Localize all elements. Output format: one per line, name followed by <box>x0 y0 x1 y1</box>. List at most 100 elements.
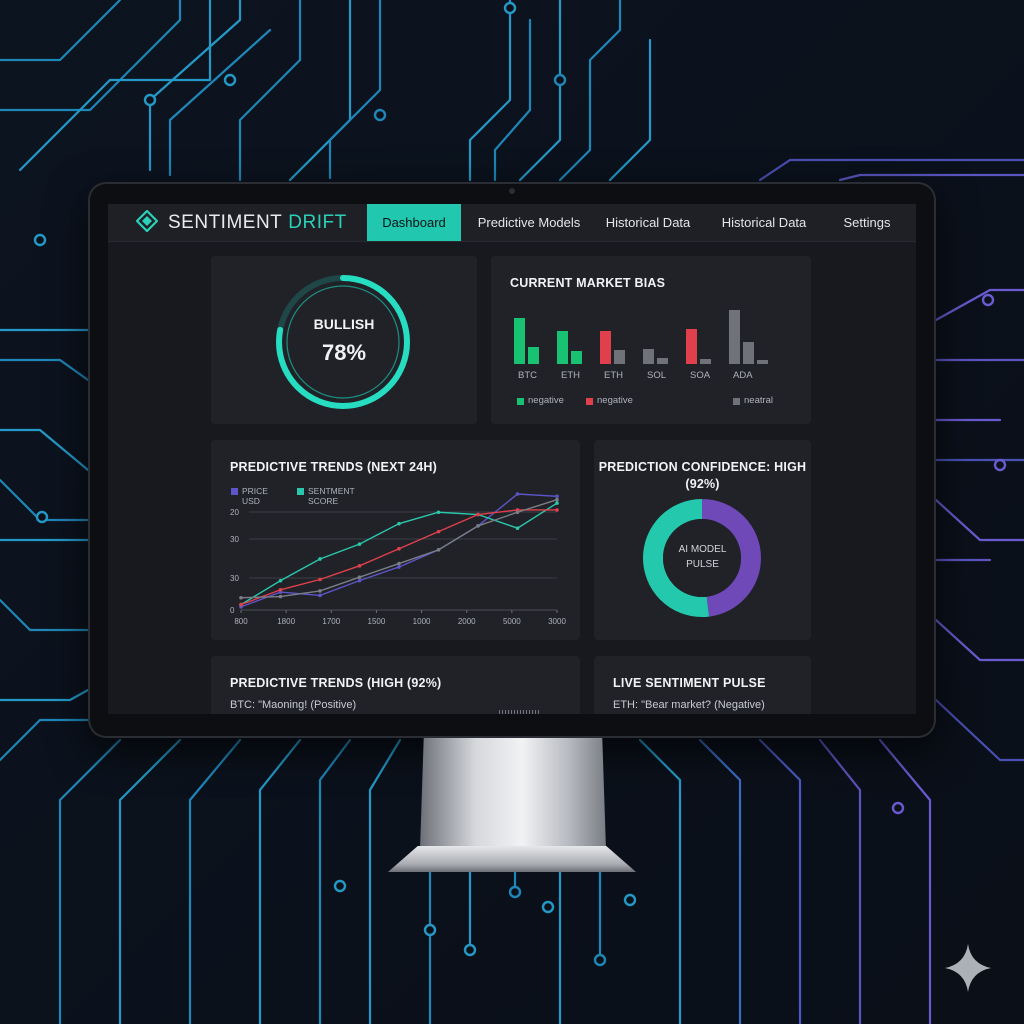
sentiment-gauge-card: BULLISH 78% <box>211 256 477 424</box>
bias-category-label: ETH <box>604 370 623 381</box>
trends-series-point <box>397 521 401 526</box>
bias-category-label: ADA <box>733 370 753 381</box>
trends-x-tick-label: 1700 <box>322 617 340 626</box>
bias-legend-label: negative <box>528 395 564 406</box>
trends-series-point <box>476 512 480 517</box>
gauge-sentiment-label: BULLISH <box>313 316 375 332</box>
trends-series-point <box>397 561 401 566</box>
trends-x-tick-label: 3000 <box>548 617 566 626</box>
trends-series-point <box>278 594 283 599</box>
trends-series-point <box>397 546 401 551</box>
bias-bar-sol-2 <box>657 357 668 364</box>
trends-series-line-2 <box>240 502 558 606</box>
market-bias-card: CURRENT MARKET BIAS BTC ETH ETH SOL SOA ADA ne… <box>491 256 811 424</box>
bias-legend-swatch <box>733 398 740 405</box>
donut-center-line1: AI MODEL <box>678 544 727 555</box>
bias-bar-btc-2 <box>528 347 539 364</box>
trends-series-point <box>515 510 520 515</box>
trends-series-point <box>357 575 362 580</box>
trends-series-point <box>278 587 283 592</box>
trends-series-point <box>318 557 322 561</box>
trends-series-point <box>555 494 559 499</box>
trends-series-point <box>515 526 520 530</box>
top-navbar: SENTIMENT DRIFT Dashboard Predictive Mod… <box>108 204 916 242</box>
trends-series-point <box>476 524 480 528</box>
bias-category-label: SOA <box>690 370 711 381</box>
trends-x-tick-label: 1000 <box>413 617 431 626</box>
btc-sentiment-text: BTC: "Maoning! (Positive) <box>230 699 357 711</box>
trends-series-point <box>278 578 283 583</box>
trends-x-tick-label: 1500 <box>368 617 386 626</box>
bias-category-label: BTC <box>518 370 537 381</box>
gauge-sentiment-value: 78% <box>321 340 367 365</box>
predictive-trends-card: PREDICTIVE TRENDS (NEXT 24H) PRICE USD SE… <box>211 440 580 640</box>
predictive-trends-high-card: PREDICTIVE TRENDS (HIGH (92%) BTC: "Maon… <box>211 656 580 714</box>
diamond-logo-icon <box>135 208 159 237</box>
mini-sparkline <box>499 710 539 714</box>
trends-series-point <box>555 497 559 502</box>
tab-settings[interactable]: Settings <box>828 204 906 241</box>
trends-series-point <box>357 578 362 583</box>
bias-legend-label: negative <box>597 395 633 406</box>
bias-bar-eth-1 <box>600 331 611 364</box>
trends-series-point <box>239 595 243 600</box>
webcam-dot <box>509 188 515 194</box>
bias-bar-ada-1 <box>729 309 740 364</box>
tab-historical-data[interactable]: Historical Data <box>595 204 701 241</box>
trends-series-point <box>436 548 441 552</box>
tab-dashboard[interactable]: Dashboard <box>367 204 461 241</box>
bias-legend-label: neatral <box>744 395 774 406</box>
trends-x-tick-label: 5000 <box>503 617 521 626</box>
trends-series-point <box>357 564 362 568</box>
monitor-stand <box>420 738 606 850</box>
trends-y-tick-label: 30 <box>230 535 239 544</box>
trends-series-point <box>318 577 322 582</box>
predictive-trends-chart: 0 30 30 20 800 1800 1700 1500 1000 2000 5000 3000 <box>230 492 566 626</box>
trends-series-point <box>515 492 520 496</box>
trends-series-point <box>555 508 559 512</box>
trends-series-point <box>239 602 243 607</box>
trends-series-point <box>436 529 441 534</box>
trends-series-point <box>318 589 322 593</box>
bias-bar-eth-2 <box>571 351 582 364</box>
bias-bar-sol-1 <box>643 349 654 364</box>
market-bias-title: CURRENT MARKET BIAS <box>510 276 666 290</box>
tab-historical-data-2[interactable]: Historical Data <box>711 204 817 241</box>
bias-category-label: ETH <box>561 370 580 381</box>
predictive-trends-high-title: PREDICTIVE TRENDS (HIGH (92%) <box>230 676 442 690</box>
bias-bar-soa-2 <box>700 358 711 364</box>
trends-series-point <box>436 510 441 515</box>
eth-sentiment-text: ETH: "Bear market? (Negative) <box>613 699 765 711</box>
brand-logo[interactable]: SENTIMENT DRIFT <box>135 208 347 237</box>
trends-series-point <box>397 565 401 569</box>
dashboard-screen: SENTIMENT DRIFT Dashboard Predictive Mod… <box>108 204 916 714</box>
trends-y-tick-label: 20 <box>230 508 239 517</box>
prediction-confidence-card: PREDICTION CONFIDENCE: HIGH (92%) AI MOD… <box>594 440 811 640</box>
brand-name-primary: SENTIMENT <box>168 212 283 233</box>
trends-x-tick-label: 800 <box>234 617 248 626</box>
bias-bar-eth-2 <box>614 350 625 364</box>
trends-y-tick-label: 0 <box>230 606 235 615</box>
brand-name-accent: DRIFT <box>288 212 347 233</box>
bias-bar-ada-2 <box>743 342 754 364</box>
trends-y-tick-label: 30 <box>230 574 239 583</box>
bias-bar-ada-3 <box>757 359 768 364</box>
live-sentiment-pulse-card: LIVE SENTIMENT PULSE ETH: "Bear market? … <box>594 656 811 714</box>
trends-x-tick-label: 2000 <box>458 617 476 626</box>
bias-bar-btc-1 <box>514 318 525 364</box>
live-sentiment-pulse-title: LIVE SENTIMENT PULSE <box>613 676 766 690</box>
trends-series-point <box>555 501 559 505</box>
bias-legend-swatch <box>517 398 524 405</box>
confidence-title-line1: PREDICTION CONFIDENCE: HIGH <box>598 460 807 474</box>
confidence-donut <box>643 499 761 617</box>
bias-bar-eth-1 <box>557 331 568 364</box>
bias-category-label: SOL <box>647 370 667 381</box>
trends-series-point <box>357 542 362 546</box>
tab-predictive-models[interactable]: Predictive Models <box>468 204 590 241</box>
donut-center-line2: PULSE <box>686 559 719 570</box>
monitor-stand-base <box>388 846 636 872</box>
confidence-title-line2: (92%) <box>685 477 720 491</box>
donut-hole <box>663 519 741 597</box>
market-bias-chart <box>511 296 801 364</box>
bias-bar-soa-1 <box>686 328 697 364</box>
